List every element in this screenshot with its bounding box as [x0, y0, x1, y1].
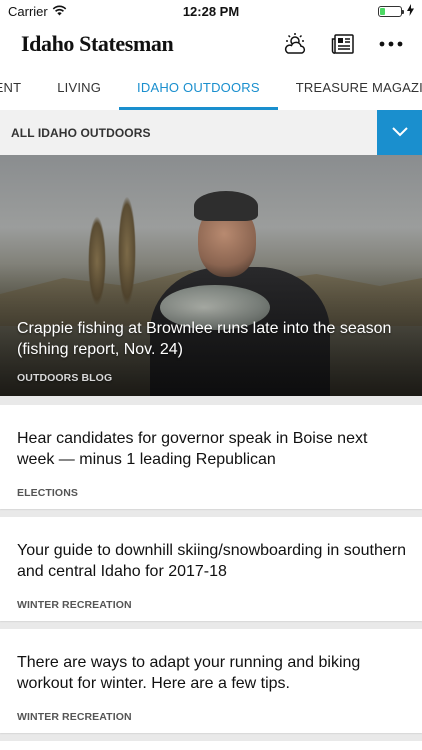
article-title[interactable]: Your guide to downhill skiing/snowboardi…: [17, 540, 408, 582]
article-card[interactable]: There are ways to adapt your running and…: [0, 629, 422, 733]
hero-story[interactable]: Crappie fishing at Brownlee runs late in…: [0, 155, 422, 396]
article-category[interactable]: WINTER RECREATION: [17, 599, 132, 611]
status-left: Carrier: [8, 4, 67, 19]
section-selector[interactable]: ALL IDAHO OUTDOORS: [0, 110, 422, 155]
article-title[interactable]: There are ways to adapt your running and…: [17, 652, 408, 694]
hero-title[interactable]: Crappie fishing at Brownlee runs late in…: [17, 318, 410, 360]
app-header: Idaho Statesman: [0, 22, 422, 66]
status-bar: Carrier 12:28 PM: [0, 0, 422, 22]
tab-living[interactable]: LIVING: [39, 66, 119, 110]
tab-entertainment[interactable]: NMENT: [0, 66, 39, 110]
section-title: ALL IDAHO OUTDOORS: [11, 125, 151, 140]
hero-category[interactable]: OUTDOORS BLOG: [17, 372, 410, 384]
weather-icon[interactable]: [282, 31, 308, 57]
next-article-card-edge: [0, 741, 422, 750]
status-right: [378, 3, 414, 19]
tab-idaho-outdoors[interactable]: IDAHO OUTDOORS: [119, 66, 278, 110]
battery-level: [380, 7, 385, 15]
hero-text: Crappie fishing at Brownlee runs late in…: [17, 318, 410, 384]
brand-logo[interactable]: Idaho Statesman: [21, 31, 174, 57]
carrier-label: Carrier: [8, 3, 48, 19]
article-title[interactable]: Hear candidates for governor speak in Bo…: [17, 428, 408, 470]
article-category[interactable]: ELECTIONS: [17, 487, 78, 499]
article-card[interactable]: Hear candidates for governor speak in Bo…: [0, 405, 422, 509]
tab-treasure-magazine[interactable]: TREASURE MAGAZINE: [278, 66, 422, 110]
header-actions: [282, 31, 404, 57]
wifi-icon: [52, 4, 67, 19]
article-category[interactable]: WINTER RECREATION: [17, 711, 132, 723]
article-card[interactable]: Your guide to downhill skiing/snowboardi…: [0, 517, 422, 621]
chevron-down-icon: [391, 124, 408, 142]
charging-icon: [407, 3, 414, 19]
more-icon[interactable]: [378, 31, 404, 57]
section-dropdown-button[interactable]: [377, 110, 422, 155]
newspaper-icon[interactable]: [330, 31, 356, 57]
article-feed: Hear candidates for governor speak in Bo…: [0, 396, 422, 750]
battery-icon: [378, 5, 404, 17]
section-tabs: NMENT LIVING IDAHO OUTDOORS TREASURE MAG…: [0, 66, 422, 110]
